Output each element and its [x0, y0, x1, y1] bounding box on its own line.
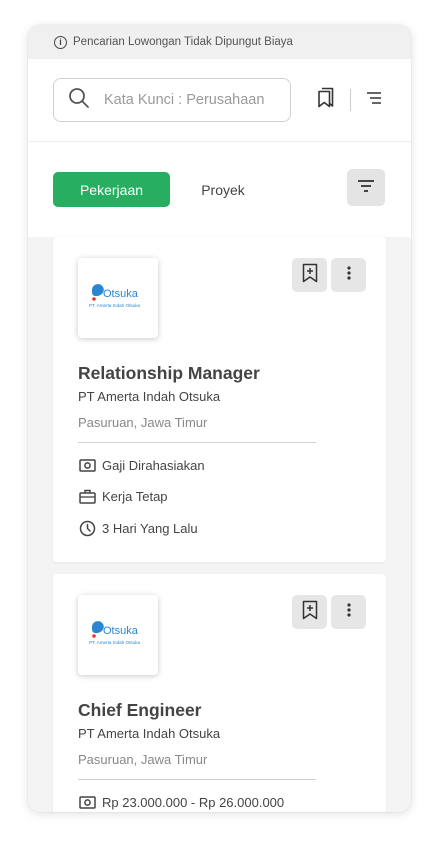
header — [28, 59, 411, 142]
bookmark-add-icon — [302, 600, 318, 625]
filter-icon — [357, 179, 375, 197]
search-icon — [68, 87, 90, 114]
job-card[interactable]: Otsuka PT. Amerta Indah Otsuka Relations… — [53, 237, 386, 562]
bookmark-add-button[interactable] — [292, 595, 327, 629]
company-logo: Otsuka PT. Amerta Indah Otsuka — [78, 258, 158, 338]
filter-button[interactable] — [347, 169, 385, 206]
bookmarks-icon[interactable] — [317, 87, 335, 113]
more-vertical-icon — [346, 602, 351, 622]
more-options-button[interactable] — [331, 595, 366, 629]
tabs-row: Pekerjaan Proyek — [28, 142, 411, 237]
money-icon — [78, 793, 96, 811]
salary-text: Gaji Dirahasiakan — [102, 457, 205, 473]
company-name: PT Amerta Indah Otsuka — [78, 726, 221, 741]
employment-type-text: Kerja Tetap — [102, 488, 168, 504]
company-logo: Otsuka PT. Amerta Indah Otsuka — [78, 595, 158, 675]
logo-text: Otsuka — [103, 288, 139, 300]
company-name: PT Amerta Indah Otsuka — [78, 389, 221, 404]
app-frame: i Pencarian Lowongan Tidak Dipungut Biay… — [28, 25, 411, 812]
tab-pekerjaan[interactable]: Pekerjaan — [53, 172, 170, 207]
salary-text: Rp 23.000.000 - Rp 26.000.000 — [102, 794, 285, 810]
sort-menu-icon[interactable] — [366, 91, 382, 110]
more-vertical-icon — [346, 265, 351, 285]
bookmark-add-icon — [302, 263, 318, 288]
briefcase-icon — [78, 487, 96, 505]
logo-subtext: PT. Amerta Indah Otsuka — [89, 640, 141, 645]
notice-text: Pencarian Lowongan Tidak Dipungut Biaya — [73, 36, 293, 48]
job-location: Pasuruan, Jawa Timur — [78, 415, 208, 430]
job-list: Otsuka PT. Amerta Indah Otsuka Relations… — [28, 237, 411, 812]
header-divider — [350, 89, 351, 111]
money-icon — [78, 456, 96, 474]
card-divider — [78, 442, 316, 443]
search-box[interactable] — [53, 78, 291, 122]
salary-row: Rp 23.000.000 - Rp 26.000.000 — [78, 792, 361, 812]
bookmark-add-button[interactable] — [292, 258, 327, 292]
clock-icon — [78, 519, 96, 537]
employment-type-row: Kerja Tetap — [78, 486, 361, 506]
more-options-button[interactable] — [331, 258, 366, 292]
job-title[interactable]: Chief Engineer — [78, 700, 361, 721]
posted-text: 3 Hari Yang Lalu — [102, 520, 198, 536]
job-location: Pasuruan, Jawa Timur — [78, 752, 208, 767]
logo-text: Otsuka — [103, 625, 139, 637]
posted-row: 3 Hari Yang Lalu — [78, 518, 361, 538]
info-icon: i — [54, 35, 67, 49]
notice-bar: i Pencarian Lowongan Tidak Dipungut Biay… — [28, 25, 411, 59]
logo-subtext: PT. Amerta Indah Otsuka — [89, 303, 141, 308]
job-card[interactable]: Otsuka PT. Amerta Indah Otsuka Chief Eng… — [53, 574, 386, 812]
tab-proyek[interactable]: Proyek — [170, 172, 276, 207]
search-input[interactable] — [104, 92, 264, 108]
job-title[interactable]: Relationship Manager — [78, 363, 361, 384]
salary-row: Gaji Dirahasiakan — [78, 455, 361, 475]
card-divider — [78, 779, 316, 780]
